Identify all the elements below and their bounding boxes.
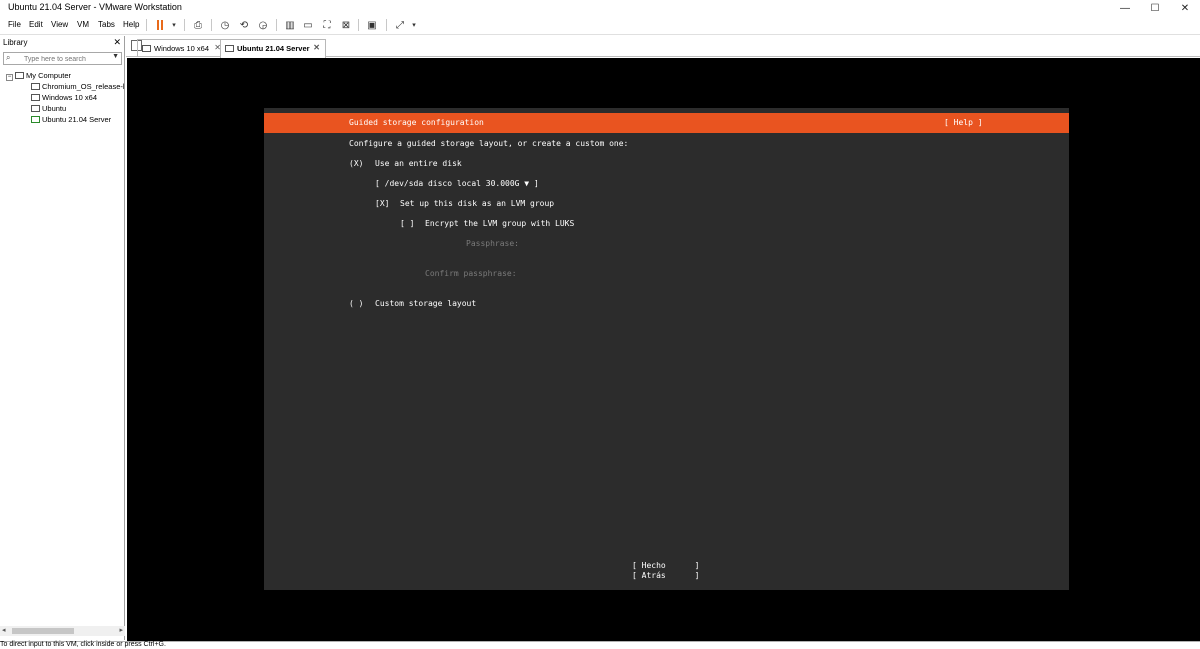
installer-header: Guided storage configuration [ Help ] xyxy=(264,113,1069,133)
console-icon[interactable]: ▣ xyxy=(364,18,380,32)
window-title: Ubuntu 21.04 Server - VMware Workstation xyxy=(8,2,182,12)
search-icon: ⌕ xyxy=(6,53,11,62)
tree-root-my-computer[interactable]: − My Computer xyxy=(6,71,71,82)
lvm-label[interactable]: Set up this disk as an LVM group xyxy=(400,199,554,208)
library-title: Library xyxy=(3,38,28,47)
minimize-button[interactable]: — xyxy=(1110,0,1140,16)
scrollbar-thumb[interactable] xyxy=(12,628,74,634)
title-bar: Ubuntu 21.04 Server - VMware Workstation… xyxy=(0,0,1200,16)
collapse-icon[interactable]: − xyxy=(6,74,13,81)
menu-toolbar: File Edit View VM Tabs Help ▾ ⎙ ◷ ⟲ ◶ ▥ … xyxy=(0,16,1200,35)
toolbar-separator xyxy=(358,19,359,31)
close-button[interactable]: ✕ xyxy=(1170,0,1200,16)
lvm-checkbox[interactable]: [X] xyxy=(375,199,389,208)
custom-storage-label[interactable]: Custom storage layout xyxy=(375,299,476,308)
tree-item-vm[interactable]: Ubuntu xyxy=(31,104,66,115)
fullscreen-icon[interactable]: ⛶ xyxy=(319,18,335,32)
tree-item-vm[interactable]: Windows 10 x64 xyxy=(31,93,97,104)
snapshot-manager-icon[interactable]: ◶ xyxy=(255,18,271,32)
library-close-icon[interactable]: ✕ xyxy=(113,37,121,48)
unity-icon[interactable]: ⊠ xyxy=(338,18,354,32)
dropdown-icon[interactable]: ▾ xyxy=(166,18,182,32)
vm-icon xyxy=(142,45,151,52)
library-view-icon[interactable]: ▥ xyxy=(282,18,298,32)
tab-bar: Windows 10 x64 ✕ Ubuntu 21.04 Server ✕ xyxy=(126,36,1200,58)
scroll-left-icon[interactable]: ◂ xyxy=(2,626,6,634)
menu-file[interactable]: File xyxy=(8,20,21,29)
vm-icon xyxy=(31,105,40,112)
menu-vm[interactable]: VM xyxy=(77,20,89,29)
toolbar-separator xyxy=(184,19,185,31)
library-header: Library ✕ xyxy=(0,36,125,50)
tab-label: Windows 10 x64 xyxy=(154,44,210,53)
tree-label: Windows 10 x64 xyxy=(42,93,98,102)
intro-text: Configure a guided storage layout, or cr… xyxy=(349,139,629,148)
encrypt-checkbox[interactable]: [ ] xyxy=(400,219,414,228)
use-entire-disk-label[interactable]: Use an entire disk xyxy=(375,159,462,168)
vm-icon xyxy=(31,94,40,101)
maximize-button[interactable]: ☐ xyxy=(1140,0,1170,16)
scroll-right-icon[interactable]: ▸ xyxy=(119,626,123,634)
custom-storage-radio[interactable]: ( ) xyxy=(349,299,363,308)
revert-snapshot-icon[interactable]: ⟲ xyxy=(236,18,252,32)
disk-select[interactable]: [ /dev/sda disco local 30.000G ▼ ] xyxy=(375,179,539,188)
tab-windows-10[interactable]: Windows 10 x64 ✕ xyxy=(137,39,227,57)
stretch-dropdown-icon[interactable]: ▾ xyxy=(406,18,422,32)
tree-label: Chromium_OS_release-l xyxy=(42,82,125,91)
computer-icon xyxy=(15,72,24,79)
toolbar-separator xyxy=(276,19,277,31)
tree-label: Ubuntu xyxy=(42,104,67,113)
status-bar: To direct input to this VM, click inside… xyxy=(0,641,1200,649)
tree-item-vm-running[interactable]: Ubuntu 21.04 Server xyxy=(31,115,111,126)
thumbnail-view-icon[interactable]: ▭ xyxy=(300,18,316,32)
menu-view[interactable]: View xyxy=(51,20,68,29)
vm-running-icon xyxy=(31,116,40,123)
tab-label: Ubuntu 21.04 Server xyxy=(237,44,310,53)
search-input[interactable] xyxy=(24,54,108,64)
library-search[interactable]: ⌕ ▼ xyxy=(3,52,122,65)
toolbar-separator xyxy=(386,19,387,31)
toolbar-separator xyxy=(211,19,212,31)
tab-close-icon[interactable]: ✕ xyxy=(313,43,320,52)
library-horizontal-scrollbar[interactable]: ◂ ▸ xyxy=(0,626,125,636)
toolbar-separator xyxy=(146,19,147,31)
tree-item-vm[interactable]: Chromium_OS_release-l xyxy=(31,82,125,93)
help-button[interactable]: [ Help ] xyxy=(944,118,983,127)
use-entire-disk-radio[interactable]: (X) xyxy=(349,159,363,168)
tree-label: Ubuntu 21.04 Server xyxy=(42,115,112,124)
installer-title: Guided storage configuration xyxy=(349,118,484,127)
vm-running-icon xyxy=(225,45,234,52)
tab-ubuntu-server[interactable]: Ubuntu 21.04 Server ✕ xyxy=(220,39,326,58)
passphrase-label: Passphrase: xyxy=(466,239,519,248)
menu-help[interactable]: Help xyxy=(123,20,139,29)
library-panel: Library ✕ ⌕ ▼ − My Computer Chromium_OS_r… xyxy=(0,36,125,640)
done-button[interactable]: [ Hecho ] xyxy=(632,561,699,570)
send-keys-icon[interactable]: ⎙ xyxy=(190,18,206,32)
ubuntu-installer-screen[interactable]: Guided storage configuration [ Help ] Co… xyxy=(264,108,1069,590)
status-text: To direct input to this VM, click inside… xyxy=(0,641,166,648)
vm-icon xyxy=(31,83,40,90)
menu-tabs[interactable]: Tabs xyxy=(98,20,115,29)
tree-label: My Computer xyxy=(26,71,72,80)
vm-console[interactable]: Guided storage configuration [ Help ] Co… xyxy=(127,58,1200,641)
search-dropdown-icon[interactable]: ▼ xyxy=(112,53,119,60)
menu-edit[interactable]: Edit xyxy=(29,20,43,29)
back-button[interactable]: [ Atrás ] xyxy=(632,571,699,580)
confirm-passphrase-label: Confirm passphrase: xyxy=(425,269,517,278)
snapshot-icon[interactable]: ◷ xyxy=(217,18,233,32)
encrypt-label[interactable]: Encrypt the LVM group with LUKS xyxy=(425,219,574,228)
